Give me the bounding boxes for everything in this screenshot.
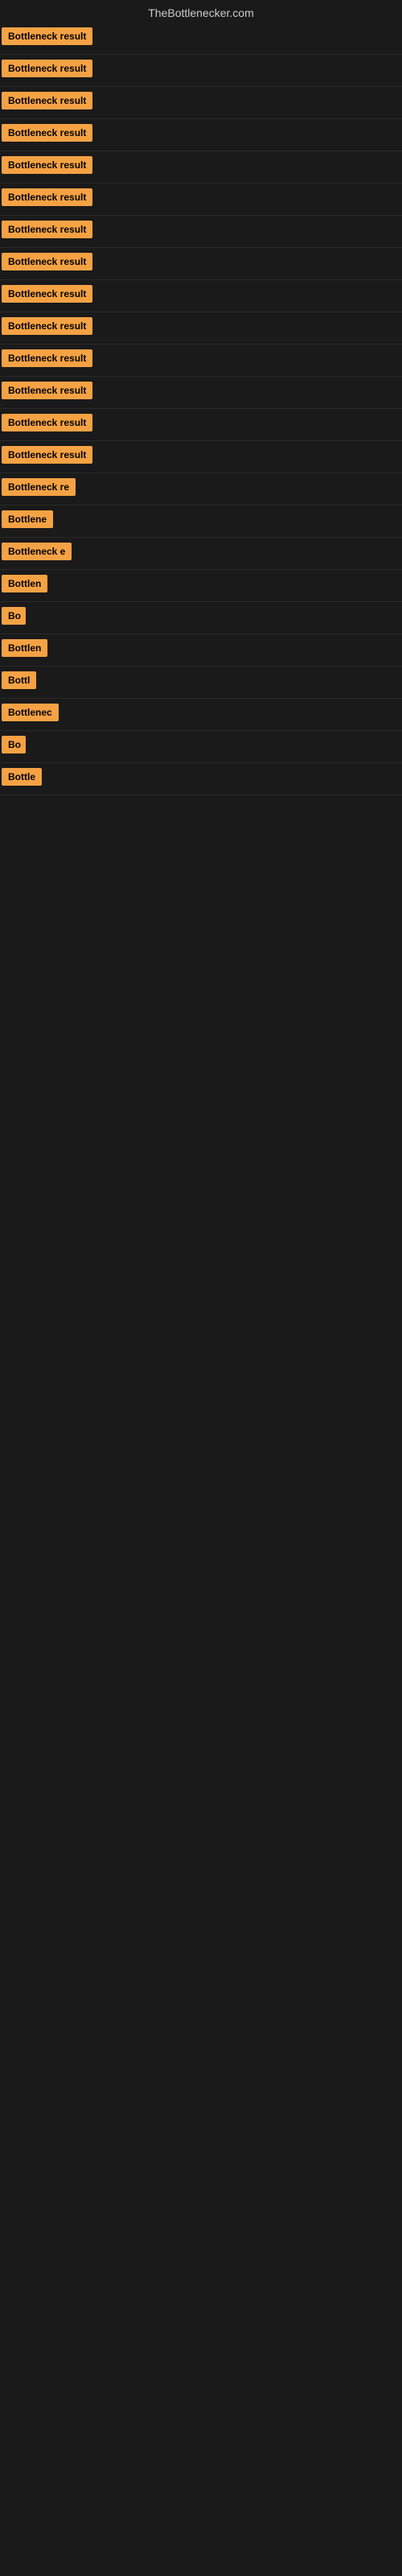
list-item: Bottleneck result	[0, 248, 402, 280]
list-item: Bottleneck result	[0, 312, 402, 345]
list-item: Bottlen	[0, 634, 402, 667]
list-item: Bottleneck result	[0, 441, 402, 473]
bottleneck-badge[interactable]: Bottleneck result	[2, 317, 92, 335]
bottleneck-badge[interactable]: Bottleneck e	[2, 543, 72, 560]
list-item: Bottleneck result	[0, 23, 402, 55]
bottleneck-badge[interactable]: Bottleneck result	[2, 60, 92, 77]
list-item: Bottlen	[0, 570, 402, 602]
bottleneck-badge[interactable]: Bottleneck result	[2, 124, 92, 142]
bottleneck-badge[interactable]: Bottleneck result	[2, 27, 92, 45]
list-item: Bottleneck result	[0, 151, 402, 184]
bottleneck-badge[interactable]: Bottleneck result	[2, 349, 92, 367]
bottleneck-badge[interactable]: Bo	[2, 607, 26, 625]
bottleneck-badge[interactable]: Bottleneck result	[2, 285, 92, 303]
bottleneck-badge[interactable]: Bottlen	[2, 639, 47, 657]
list-item: Bottleneck result	[0, 345, 402, 377]
list-item: Bottleneck result	[0, 280, 402, 312]
list-item: Bo	[0, 602, 402, 634]
list-item: Bottleneck result	[0, 119, 402, 151]
page-wrapper: TheBottlenecker.com Bottleneck resultBot…	[0, 0, 402, 795]
list-item: Bottleneck result	[0, 216, 402, 248]
list-item: Bottleneck result	[0, 87, 402, 119]
bottleneck-badge[interactable]: Bottle	[2, 768, 42, 786]
list-item: Bottleneck result	[0, 184, 402, 216]
bottleneck-badge[interactable]: Bottleneck re	[2, 478, 76, 496]
bottleneck-badge[interactable]: Bottl	[2, 671, 36, 689]
bottleneck-badge[interactable]: Bo	[2, 736, 26, 753]
list-item: Bottleneck result	[0, 377, 402, 409]
bottleneck-badge[interactable]: Bottleneck result	[2, 221, 92, 238]
bottleneck-badge[interactable]: Bottlene	[2, 510, 53, 528]
bottleneck-badge[interactable]: Bottleneck result	[2, 414, 92, 431]
bottleneck-badge[interactable]: Bottleneck result	[2, 188, 92, 206]
bottleneck-badge[interactable]: Bottleneck result	[2, 156, 92, 174]
site-title: TheBottlenecker.com	[0, 0, 402, 23]
list-item: Bottlenec	[0, 699, 402, 731]
list-item: Bottle	[0, 763, 402, 795]
list-item: Bottlene	[0, 506, 402, 538]
bottleneck-badge[interactable]: Bottleneck result	[2, 92, 92, 109]
list-item: Bottleneck re	[0, 473, 402, 506]
list-item: Bottleneck e	[0, 538, 402, 570]
bottleneck-badge[interactable]: Bottleneck result	[2, 382, 92, 399]
bottleneck-badge[interactable]: Bottlen	[2, 575, 47, 592]
bottleneck-badge[interactable]: Bottleneck result	[2, 446, 92, 464]
list-item: Bottl	[0, 667, 402, 699]
bottleneck-badge[interactable]: Bottleneck result	[2, 253, 92, 270]
list-item: Bottleneck result	[0, 55, 402, 87]
list-item: Bottleneck result	[0, 409, 402, 441]
bottleneck-badge[interactable]: Bottlenec	[2, 704, 59, 721]
list-item: Bo	[0, 731, 402, 763]
results-list: Bottleneck result Bottleneck result Bottle…	[0, 23, 402, 795]
